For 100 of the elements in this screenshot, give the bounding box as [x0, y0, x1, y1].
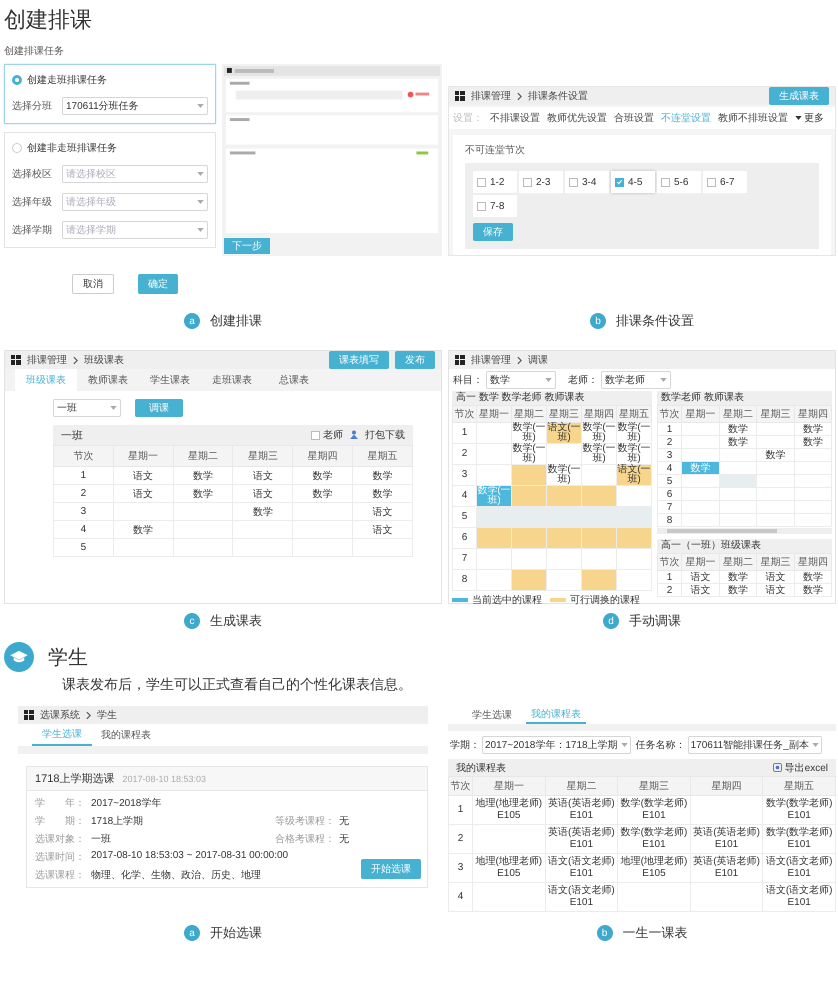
- tab[interactable]: 教师优先设置: [547, 111, 607, 125]
- column-header: 星期三: [546, 406, 582, 422]
- section-title: 学生: [48, 646, 88, 670]
- tab[interactable]: 教师课表: [77, 369, 139, 391]
- table-cell[interactable]: 数学: [719, 570, 756, 584]
- table-cell[interactable]: 数学: [719, 436, 756, 448]
- slot-cell[interactable]: [512, 486, 546, 506]
- period-option[interactable]: 7-8: [473, 195, 517, 217]
- teacher-checkbox[interactable]: 老师: [311, 428, 343, 442]
- info-value: 2017~2018学年: [91, 797, 162, 810]
- section-title: 不可连堂节次: [465, 144, 525, 157]
- tab[interactable]: 教师不排班设置: [718, 111, 788, 125]
- info-label: 选课对象：: [35, 832, 86, 846]
- checkbox[interactable]: [311, 430, 320, 440]
- checkbox[interactable]: [569, 178, 578, 186]
- table-cell[interactable]: 语文(一班): [546, 422, 582, 444]
- column-header: 节次: [54, 446, 114, 466]
- slot-cell[interactable]: [582, 528, 616, 548]
- legend-label: 当前选中的课程: [472, 594, 542, 607]
- table-cell[interactable]: 数学(一班): [616, 422, 652, 444]
- table-cell[interactable]: 数学: [794, 422, 832, 436]
- breadcrumb-item[interactable]: 选课系统: [40, 708, 80, 722]
- caption-text: 手动调课: [629, 612, 681, 630]
- cancel-button[interactable]: 取消: [72, 274, 114, 294]
- slot-cell[interactable]: [546, 528, 582, 548]
- table-cell[interactable]: 数学: [794, 570, 832, 584]
- class-select[interactable]: 一班: [53, 399, 121, 417]
- select-field[interactable]: 数学老师: [601, 371, 671, 389]
- checkbox[interactable]: [477, 178, 486, 186]
- table-cell[interactable]: 语文: [756, 570, 794, 584]
- table-cell[interactable]: 数学: [719, 422, 756, 436]
- tab[interactable]: 学生课表: [139, 369, 201, 391]
- card-title: 1718上学期选课: [35, 772, 114, 786]
- tab[interactable]: 走班课表: [201, 369, 263, 391]
- tab[interactable]: 我的课程表: [96, 724, 156, 746]
- period-option[interactable]: 5-6: [657, 171, 701, 193]
- checkbox[interactable]: [523, 178, 532, 186]
- step-marker: a: [184, 925, 200, 941]
- slot-cell[interactable]: [546, 506, 582, 528]
- table-cell: 语文: [113, 466, 174, 484]
- more-menu[interactable]: 更多: [795, 111, 824, 125]
- table-cell[interactable]: 数学: [756, 448, 794, 462]
- period-option[interactable]: 2-3: [519, 171, 563, 193]
- period-option[interactable]: 4-5: [611, 171, 655, 193]
- tab[interactable]: 学生选课: [462, 706, 522, 724]
- slot-cell[interactable]: [546, 486, 582, 506]
- breadcrumb-item[interactable]: 排课管理: [471, 353, 511, 367]
- grid-icon: [11, 355, 21, 365]
- slot-cell[interactable]: [512, 506, 546, 528]
- slot-cell[interactable]: [582, 486, 616, 506]
- period-option[interactable]: 3-4: [565, 171, 609, 193]
- checkbox[interactable]: [707, 178, 716, 186]
- radio-button[interactable]: [12, 75, 22, 85]
- table-cell[interactable]: 数学: [794, 584, 832, 596]
- select-field[interactable]: 170611智能排课任务_副本: [688, 736, 822, 754]
- export-link[interactable]: 导出excel: [772, 760, 828, 774]
- period-option[interactable]: 6-7: [703, 171, 747, 193]
- tab[interactable]: 总课表: [263, 369, 325, 391]
- table-cell[interactable]: 数学: [719, 584, 756, 596]
- column-header: 星期三: [756, 554, 794, 570]
- select-field[interactable]: 170611分班任务: [62, 97, 208, 115]
- tab[interactable]: 合班设置: [614, 111, 654, 125]
- table-cell[interactable]: 数学: [794, 436, 832, 448]
- slot-cell[interactable]: [582, 506, 616, 528]
- checkbox[interactable]: [661, 178, 670, 186]
- table-cell: 数学: [232, 502, 293, 520]
- table-cell: 4: [54, 520, 114, 538]
- table-cell[interactable]: 语文: [682, 584, 719, 596]
- info-label: 学 期：: [35, 814, 86, 828]
- checkbox[interactable]: [477, 202, 486, 210]
- download-link[interactable]: 打包下载: [365, 428, 405, 442]
- radio-button[interactable]: [12, 143, 22, 153]
- tab[interactable]: 不排课设置: [490, 111, 540, 125]
- table-cell: 5: [54, 538, 114, 556]
- caret-icon: [110, 406, 117, 410]
- period-option[interactable]: 1-2: [473, 171, 517, 193]
- slot-cell[interactable]: [616, 506, 652, 528]
- checkbox[interactable]: [615, 178, 624, 186]
- table-cell[interactable]: 数学(一班): [582, 422, 616, 444]
- slot-cell[interactable]: [616, 528, 652, 548]
- table-cell[interactable]: 语文: [756, 584, 794, 596]
- slot-cell[interactable]: [476, 506, 512, 528]
- breadcrumb-item[interactable]: 排课管理: [471, 89, 511, 103]
- slot-cell[interactable]: [582, 570, 616, 590]
- select-field[interactable]: 2017~2018学年：1718上学期: [482, 736, 631, 754]
- slot-cell[interactable]: [512, 570, 546, 590]
- table-cell[interactable]: 语文(一班): [616, 464, 652, 486]
- grid-icon: [24, 710, 34, 720]
- slot-cell[interactable]: [476, 528, 512, 548]
- breadcrumb-item[interactable]: 排课管理: [27, 353, 67, 367]
- scrollbar[interactable]: [657, 528, 832, 534]
- slot-cell[interactable]: [512, 464, 546, 486]
- table-cell[interactable]: 语文: [682, 570, 719, 584]
- slot-cell[interactable]: [512, 528, 546, 548]
- table-cell[interactable]: 数学(一班): [582, 444, 616, 464]
- column-header: 星期四: [794, 406, 832, 422]
- table-cell: 语文(语文老师) E101: [545, 854, 618, 882]
- select-field[interactable]: 数学: [486, 371, 556, 389]
- table-cell: 英语(英语老师) E101: [545, 796, 618, 824]
- slot-cell[interactable]: [719, 474, 756, 488]
